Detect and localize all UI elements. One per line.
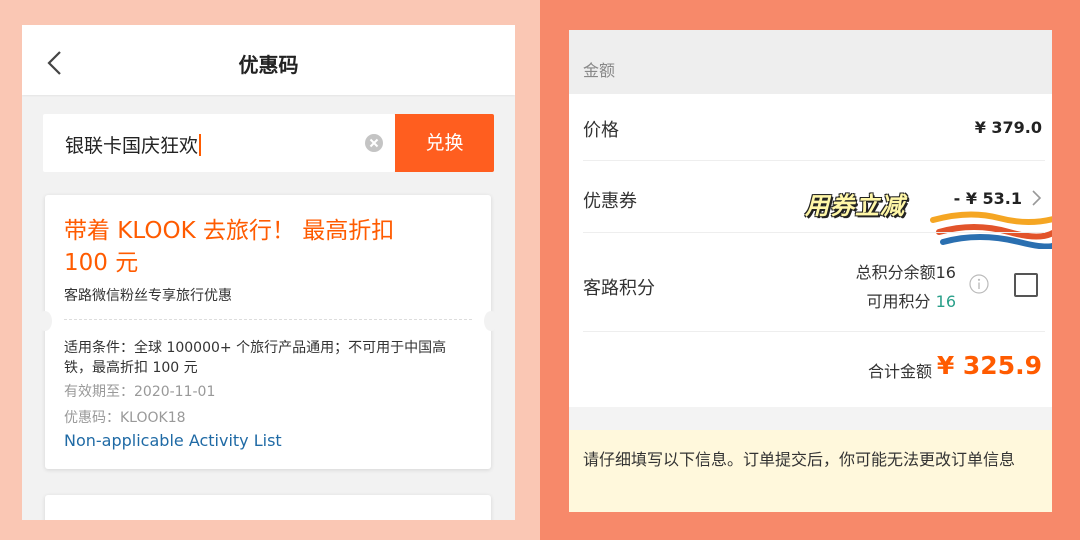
coupon-subtitle: 客路微信粉丝专享旅行优惠 bbox=[64, 288, 232, 304]
header: 优惠码 bbox=[22, 25, 515, 95]
coupon-card[interactable]: 带着 KLOOK 去旅行！ 最高折扣 100 元 客路微信粉丝专享旅行优惠 适用… bbox=[38, 195, 498, 469]
redeem-button[interactable]: 兑换 bbox=[395, 114, 494, 172]
amount-panel: 价格 ¥ 379.0 优惠券 用券立减 - ¥ 53.1 客路积分 总积分余额1… bbox=[569, 94, 1052, 407]
non-applicable-activity-link[interactable]: Non-applicable Activity List bbox=[64, 431, 282, 450]
notice-banner: 请仔细填写以下信息。订单提交后，你可能无法更改订单信息 bbox=[569, 430, 1052, 512]
points-label: 客路积分 bbox=[583, 278, 655, 299]
coupon-card-next[interactable] bbox=[45, 495, 491, 520]
row-divider bbox=[583, 331, 1045, 332]
row-divider bbox=[583, 160, 1045, 161]
page-title: 优惠码 bbox=[238, 53, 299, 77]
coupon-label[interactable]: 优惠券 bbox=[583, 187, 637, 213]
points-available: 可用积分 16 bbox=[867, 288, 956, 312]
coupon-conditions: 适用条件：全球 100000+ 个旅行产品通用；不可用于中国高铁，最高折扣 10… bbox=[64, 340, 447, 376]
price-value: ¥ 379.0 bbox=[974, 118, 1042, 137]
ticket-notch-left bbox=[38, 311, 52, 331]
dashed-divider bbox=[64, 319, 472, 320]
amount-summary-screen: 金额 价格 ¥ 379.0 优惠券 用券立减 - ¥ 53.1 客路积分 总积分… bbox=[569, 30, 1052, 512]
section-label: 金额 bbox=[583, 61, 616, 80]
coupon-code-screen: 优惠码 银联卡国庆狂欢 兑换 带着 KLOOK 去旅行！ 最高折扣 100 元 … bbox=[22, 25, 515, 520]
coupon-code-text: 优惠码：KLOOK18 bbox=[64, 410, 186, 426]
points-available-value: 16 bbox=[935, 292, 956, 311]
total-label: 合计金额 bbox=[867, 362, 932, 381]
coupon-expiry: 有效期至：2020-11-01 bbox=[64, 384, 216, 400]
use-points-checkbox[interactable] bbox=[1014, 273, 1038, 297]
coupon-code-value[interactable]: 银联卡国庆狂欢 bbox=[65, 131, 201, 158]
notice-text: 请仔细填写以下信息。订单提交后，你可能无法更改订单信息 bbox=[583, 450, 1016, 469]
chevron-right-icon[interactable] bbox=[1030, 189, 1042, 207]
coupon-title: 带着 KLOOK 去旅行！ 最高折扣 100 元 bbox=[64, 218, 395, 276]
row-divider bbox=[583, 232, 1045, 233]
points-available-label: 可用积分 bbox=[866, 292, 931, 311]
price-label: 价格 bbox=[583, 120, 619, 141]
info-icon[interactable] bbox=[969, 274, 989, 294]
clear-icon[interactable] bbox=[364, 133, 384, 153]
coupon-code-input[interactable]: 银联卡国庆狂欢 bbox=[43, 114, 395, 172]
ticket-notch-right bbox=[484, 311, 498, 331]
section-header: 金额 bbox=[569, 30, 1052, 94]
total-value: ¥ 325.9 bbox=[936, 351, 1042, 380]
highlight-scribble bbox=[930, 211, 1052, 249]
points-total: 总积分余额16 bbox=[855, 263, 956, 282]
promo-overlay-text: 用券立减 bbox=[805, 192, 905, 220]
coupon-value[interactable]: - ¥ 53.1 bbox=[954, 189, 1022, 208]
